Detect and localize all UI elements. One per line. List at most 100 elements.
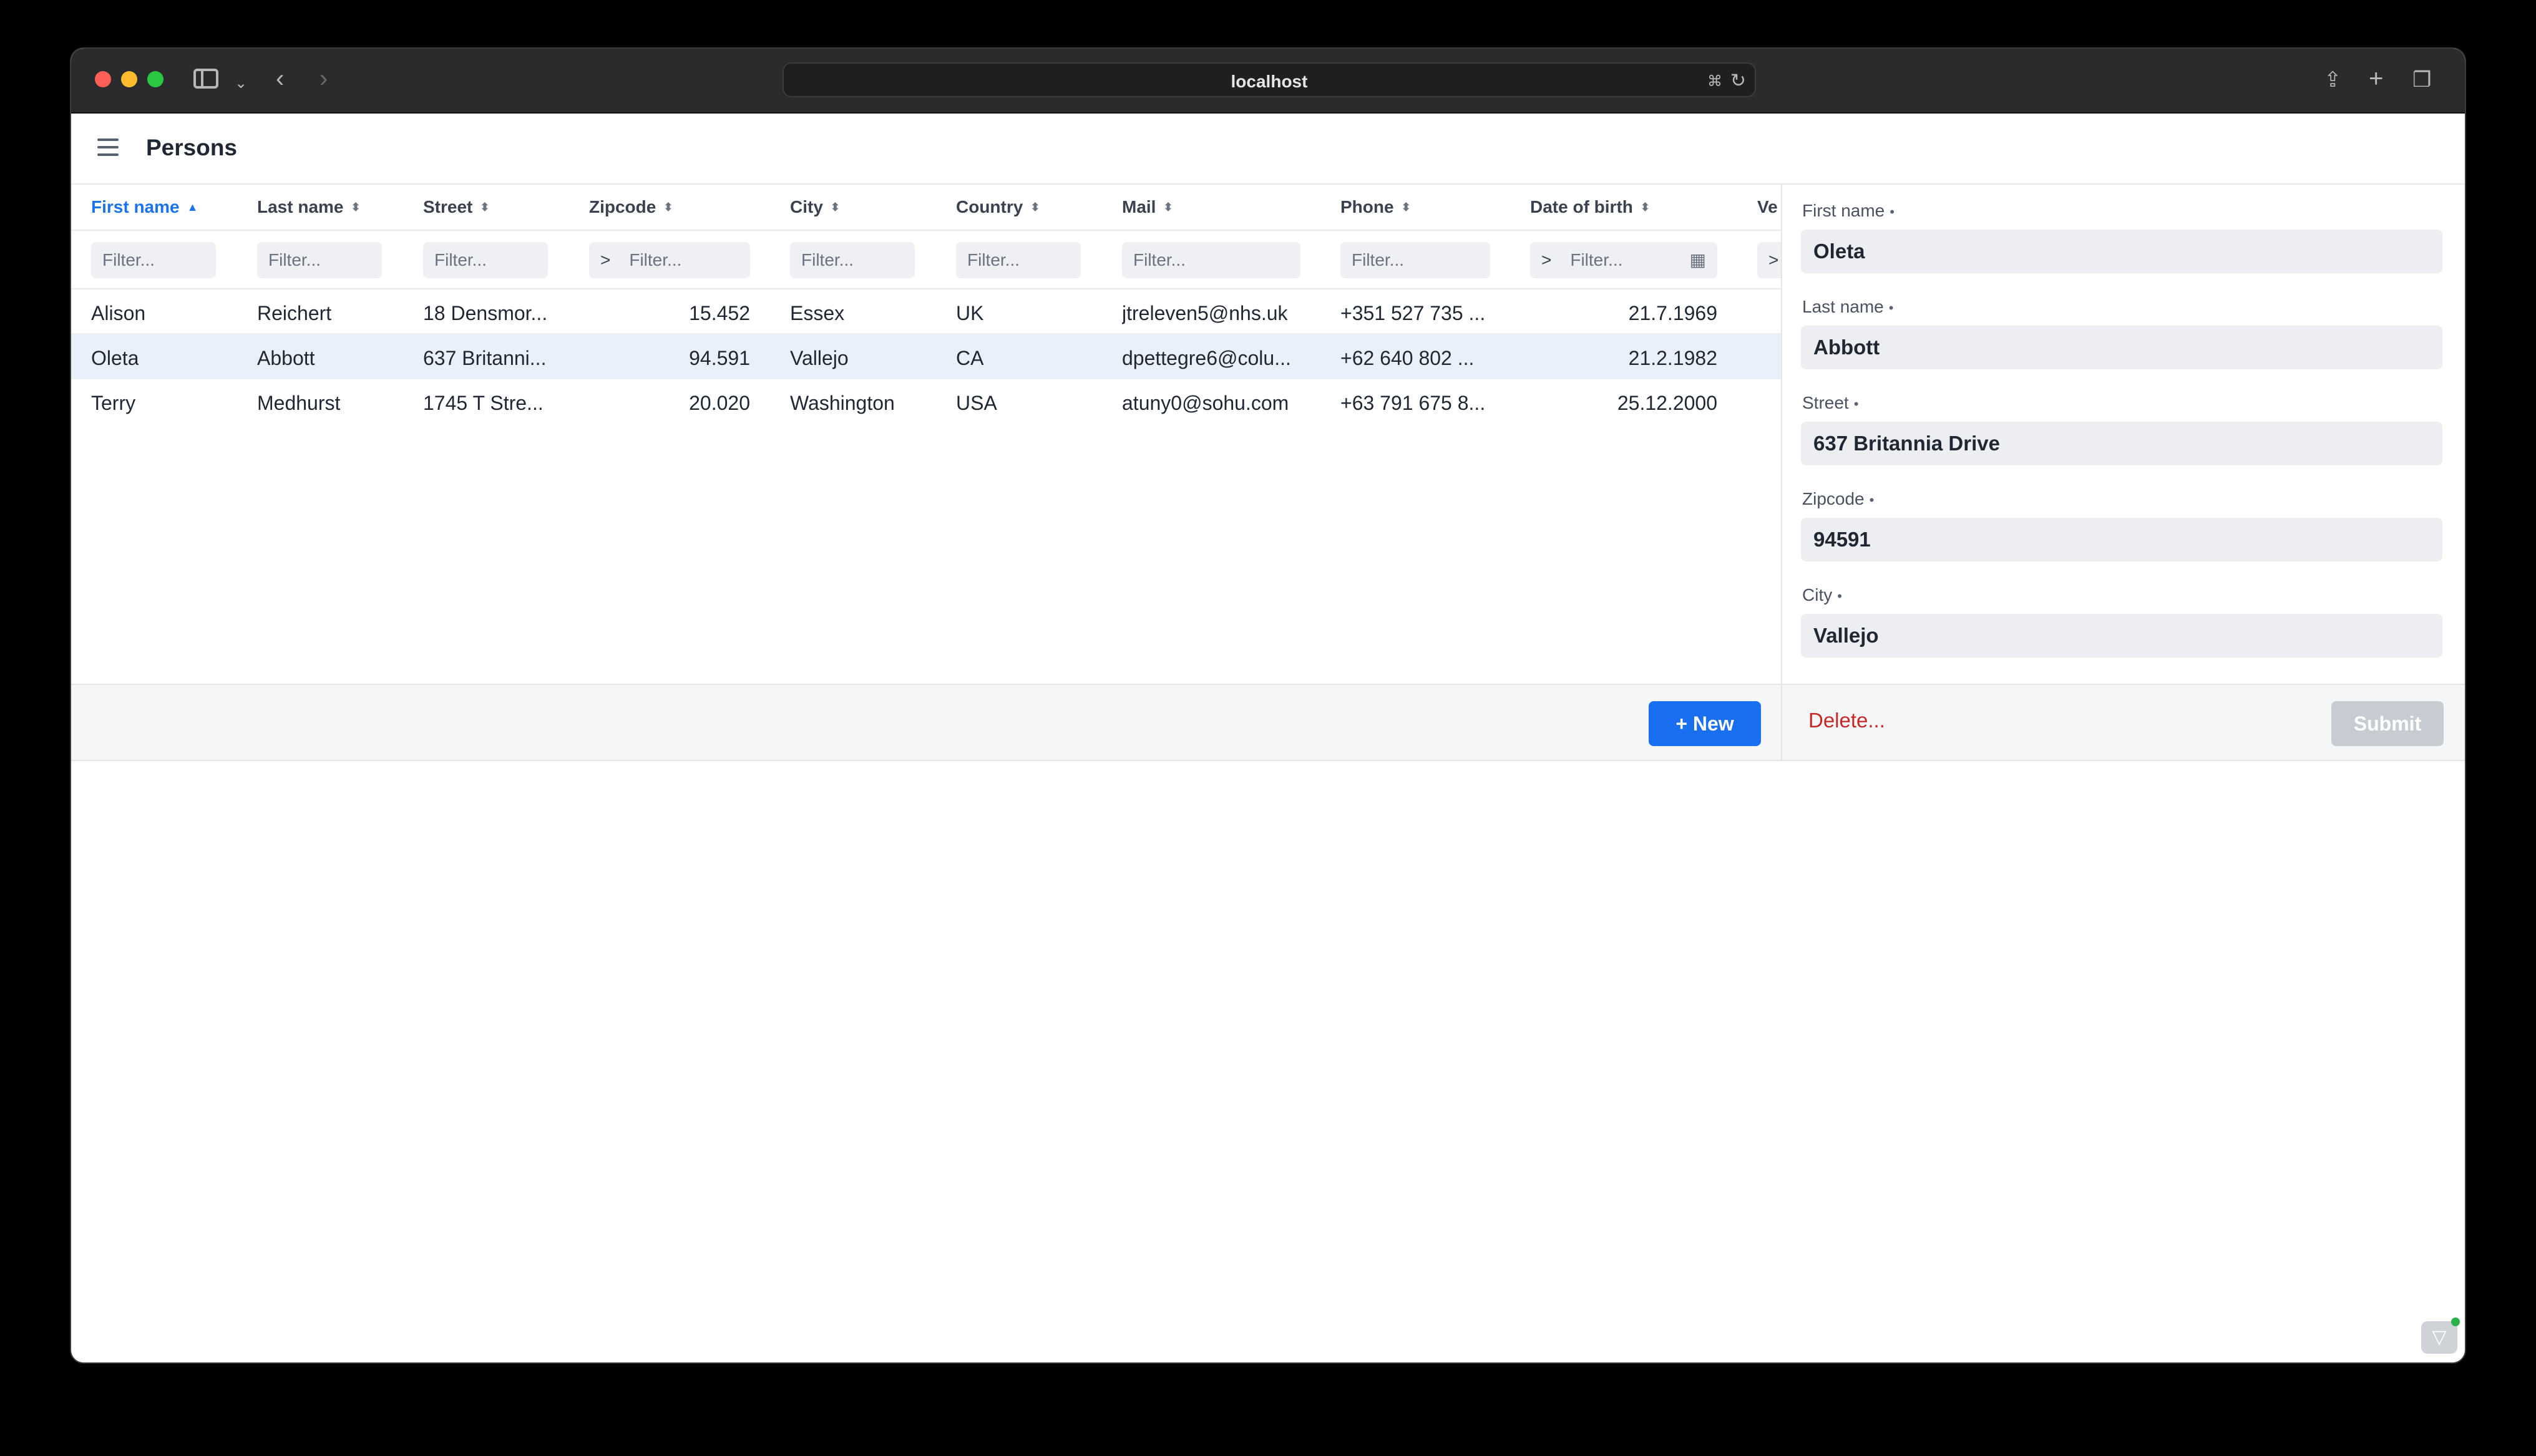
column-header-date-of-birth[interactable]: Date of birth ⬍ — [1530, 197, 1650, 217]
cell-date-of-birth: 21.7.1969 — [1628, 302, 1717, 324]
operator-greater-than[interactable]: > — [600, 250, 610, 269]
close-window-button[interactable] — [95, 71, 111, 87]
street-label: Street • — [1802, 393, 1859, 412]
cell-city: Vallejo — [790, 347, 849, 369]
zipcode-field[interactable]: 94591 — [1801, 518, 2442, 561]
browser-window: ⌄ ‹ › localhost ⌘ ↻ ⇪ + ❐ Persons First … — [70, 47, 2466, 1364]
cell-phone: +62 640 802 ... — [1340, 347, 1475, 369]
sort-icon[interactable]: ⬍ — [663, 201, 673, 214]
zipcode-label: Zipcode • — [1802, 489, 1875, 508]
filter-first-name-input[interactable]: Filter... — [91, 242, 216, 278]
cell-street: 637 Britanni... — [423, 347, 547, 369]
filter-date-of-birth-input[interactable]: > Filter... ▦ — [1530, 242, 1717, 278]
cell-zipcode: 15.452 — [689, 302, 750, 324]
filter-city-input[interactable]: Filter... — [790, 242, 915, 278]
required-indicator: • — [1853, 396, 1859, 412]
city-label: City • — [1802, 585, 1842, 604]
cell-first-name: Terry — [91, 392, 136, 414]
table-row[interactable]: Alison Reichert 18 Densmor... 15.452 Ess… — [71, 289, 1781, 334]
cell-street: 1745 T Stre... — [423, 392, 544, 414]
share-icon[interactable]: ⇪ — [2324, 67, 2342, 92]
column-header-country[interactable]: Country ⬍ — [956, 197, 1040, 217]
filter-country-input[interactable]: Filter... — [956, 242, 1081, 278]
operator-greater-than[interactable]: > — [1541, 250, 1551, 269]
cell-country: UK — [956, 302, 984, 324]
cell-country: CA — [956, 347, 984, 369]
address-bar-url: localhost — [1231, 72, 1308, 91]
reload-icon[interactable]: ↻ — [1730, 70, 1746, 92]
sidebar-toggle-icon[interactable] — [193, 69, 218, 89]
cell-mail: dpettegre6@colu... — [1122, 347, 1291, 369]
filter-street-input[interactable]: Filter... — [423, 242, 548, 278]
grid-footer: + New — [71, 684, 1781, 761]
sort-asc-icon[interactable]: ▲ — [187, 201, 198, 214]
calendar-icon[interactable]: ▦ — [1690, 242, 1706, 278]
page-title: Persons — [146, 135, 238, 160]
column-header-first-name[interactable]: First name ▲ — [91, 197, 198, 217]
cell-first-name: Oleta — [91, 347, 139, 369]
column-header-mail[interactable]: Mail ⬍ — [1122, 197, 1173, 217]
cell-first-name: Alison — [91, 302, 146, 324]
cell-city: Essex — [790, 302, 845, 324]
filter-zipcode-input[interactable]: > Filter... — [589, 242, 750, 278]
sort-icon[interactable]: ⬍ — [480, 201, 489, 214]
column-header-street[interactable]: Street ⬍ — [423, 197, 489, 217]
sort-icon[interactable]: ⬍ — [1641, 201, 1650, 214]
chevron-down-icon[interactable]: ⌄ — [235, 71, 247, 96]
address-bar[interactable]: localhost ⌘ ↻ — [783, 62, 1756, 97]
new-person-button[interactable]: + New — [1649, 701, 1761, 746]
person-editor: First name • Oleta Last name • Abbott Stre… — [1781, 185, 2465, 761]
translate-icon[interactable]: ⌘ — [1707, 72, 1722, 90]
editor-footer: Delete... Submit — [1782, 684, 2465, 761]
column-header-zipcode[interactable]: Zipcode ⬍ — [589, 197, 673, 217]
first-name-label: First name • — [1802, 201, 1895, 220]
column-header-last-name[interactable]: Last name ⬍ — [257, 197, 361, 217]
last-name-field[interactable]: Abbott — [1801, 326, 2442, 369]
browser-titlebar: ⌄ ‹ › localhost ⌘ ↻ ⇪ + ❐ — [71, 49, 2465, 114]
minimize-window-button[interactable] — [121, 71, 137, 87]
filter-last-name-input[interactable]: Filter... — [257, 242, 382, 278]
menu-icon[interactable] — [97, 138, 119, 156]
cell-zipcode: 94.591 — [689, 347, 750, 369]
tab-overview-icon[interactable]: ❐ — [2412, 67, 2431, 92]
required-indicator: • — [1888, 300, 1894, 316]
sort-icon[interactable]: ⬍ — [351, 201, 361, 214]
cell-mail: atuny0@sohu.com — [1122, 392, 1289, 414]
maximize-window-button[interactable] — [147, 71, 163, 87]
cell-city: Washington — [790, 392, 895, 414]
sort-icon[interactable]: ⬍ — [1030, 201, 1040, 214]
grid-filter-row: Filter... Filter... Filter... > Filter...… — [71, 231, 1781, 289]
persons-grid: First name ▲ Last name ⬍ Street ⬍ Zipcode ⬍ … — [71, 185, 1781, 684]
cell-phone: +351 527 735 ... — [1340, 302, 1486, 324]
cell-phone: +63 791 675 8... — [1340, 392, 1486, 414]
last-name-label: Last name • — [1802, 297, 1894, 316]
new-tab-plus-icon[interactable]: + — [2369, 66, 2383, 91]
grid-header-row: First name ▲ Last name ⬍ Street ⬍ Zipcode ⬍ … — [71, 185, 1781, 231]
app-header: Persons — [71, 114, 2465, 185]
filter-truncated-input[interactable]: > — [1757, 242, 1781, 278]
delete-button[interactable]: Delete... — [1808, 709, 1885, 732]
filter-mail-input[interactable]: Filter... — [1122, 242, 1300, 278]
required-indicator: • — [1837, 588, 1842, 604]
first-name-field[interactable]: Oleta — [1801, 230, 2442, 273]
back-arrow-icon[interactable]: ‹ — [276, 66, 284, 91]
sort-icon[interactable]: ⬍ — [1163, 201, 1173, 214]
sort-icon[interactable]: ⬍ — [1402, 201, 1411, 214]
filter-phone-input[interactable]: Filter... — [1340, 242, 1490, 278]
sort-icon[interactable]: ⬍ — [831, 201, 840, 214]
street-field[interactable]: 637 Britannia Drive — [1801, 422, 2442, 465]
table-row-selected[interactable]: Oleta Abbott 637 Britanni... 94.591 Vall… — [71, 334, 1781, 379]
submit-button[interactable]: Submit — [2331, 701, 2444, 746]
cell-date-of-birth: 21.2.1982 — [1628, 347, 1717, 369]
cell-last-name: Medhurst — [257, 392, 341, 414]
city-field[interactable]: Vallejo — [1801, 614, 2442, 658]
column-header-phone[interactable]: Phone ⬍ — [1340, 197, 1411, 217]
table-row[interactable]: Terry Medhurst 1745 T Stre... 20.020 Was… — [71, 379, 1781, 424]
required-indicator: • — [1869, 492, 1875, 508]
dev-tools-badge-icon[interactable]: ▽ — [2421, 1318, 2460, 1354]
column-header-truncated[interactable]: Ve — [1757, 197, 1778, 217]
forward-arrow-icon[interactable]: › — [319, 66, 328, 91]
column-header-city[interactable]: City ⬍ — [790, 197, 840, 217]
cell-last-name: Reichert — [257, 302, 332, 324]
cell-last-name: Abbott — [257, 347, 315, 369]
